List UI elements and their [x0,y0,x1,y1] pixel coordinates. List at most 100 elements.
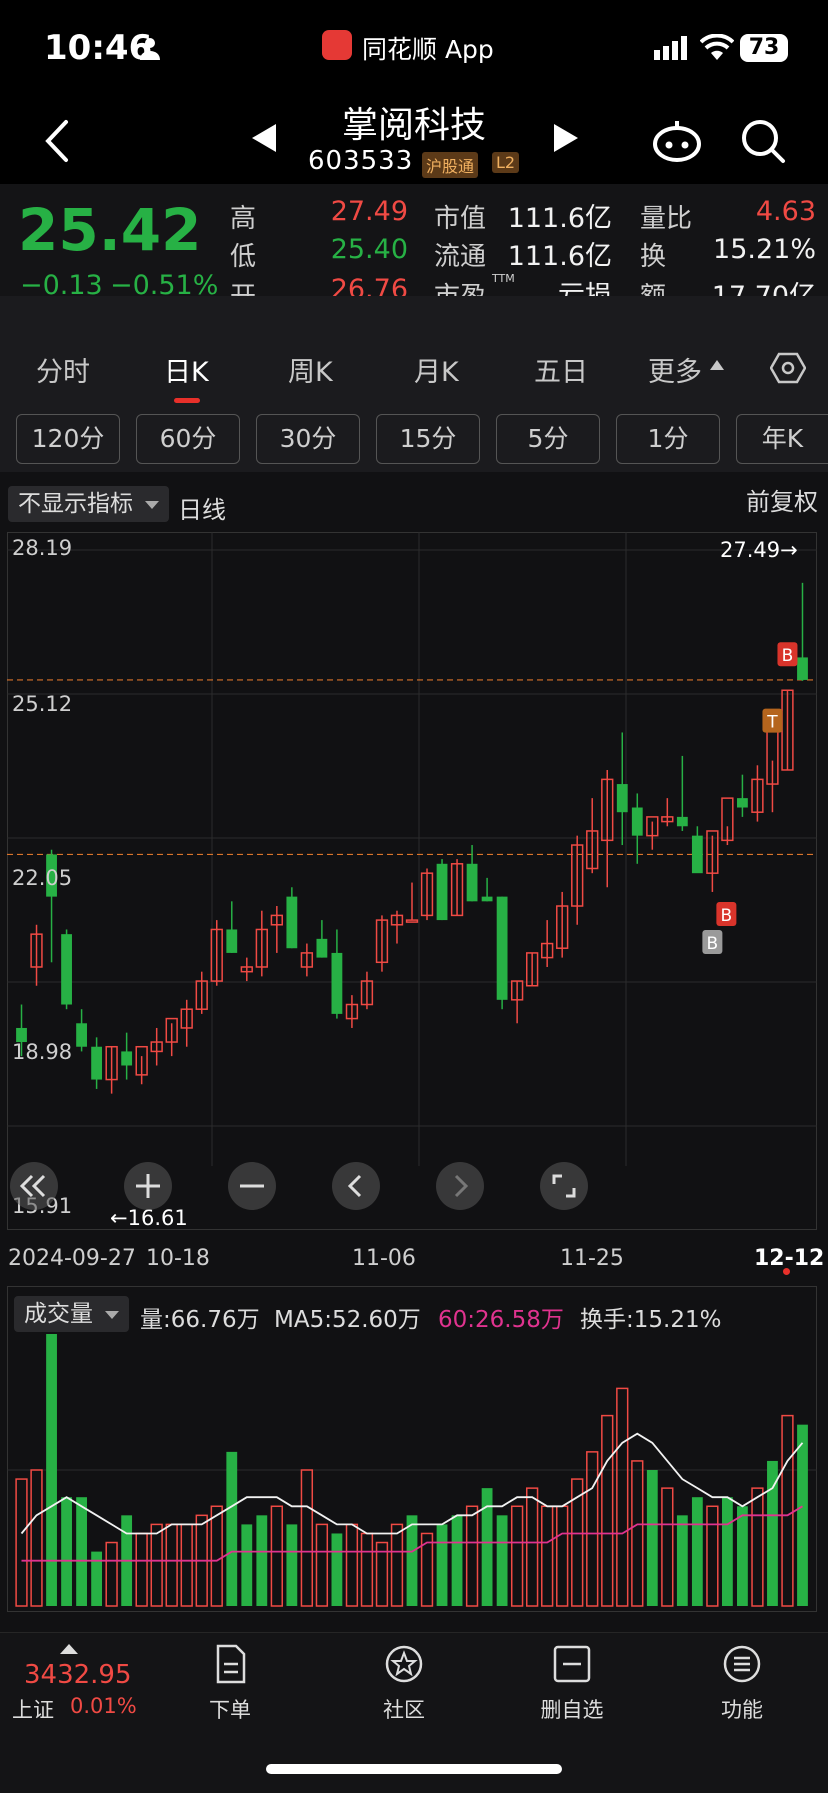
svg-text:B: B [707,934,719,954]
volume-bar [46,1334,57,1606]
candle-body [226,929,238,953]
tab-daily-k[interactable]: 日K [164,350,209,389]
stock-connect-tag: 沪股通 [422,152,479,178]
zoom-out-icon[interactable] [228,1162,276,1210]
index-up-arrow-icon [60,1644,78,1654]
high-label: 高 [230,204,257,234]
current-price: 25.42 [18,196,202,264]
volume-indicator-select[interactable]: 成交量 [14,1296,129,1332]
tab-five-day[interactable]: 五日 [534,350,588,389]
rewind-icon[interactable] [10,1162,58,1210]
trade-mark-b[interactable]: B [716,901,737,926]
search-icon[interactable] [740,118,786,164]
y-label-2: 25.12 [12,692,73,716]
period-15min[interactable]: 15分 [376,414,480,464]
zoom-in-icon[interactable] [124,1162,172,1210]
volume-bar [241,1524,253,1606]
kline-chart[interactable]: BBTB [7,532,817,1230]
menu-icon[interactable] [722,1644,762,1684]
chevron-down-icon [105,1311,119,1319]
trade-mark-b[interactable]: B [777,642,798,667]
next-stock-icon[interactable] [552,124,578,152]
volume-bar [510,1505,524,1607]
scroll-left-icon[interactable] [332,1162,380,1210]
volume-bar [781,1414,794,1607]
volume-bar [721,1497,733,1606]
volume-bar [315,1523,329,1607]
order-icon[interactable] [210,1644,250,1684]
candle-body [481,896,493,902]
candle-body [496,896,508,1000]
volume-chart[interactable] [7,1286,817,1612]
stock-code: 603533 [308,146,414,176]
pe-ttm-sup: TTM [492,272,515,285]
indicator-select[interactable]: 不显示指标 [8,486,169,522]
volume-bar [180,1523,193,1607]
settings-hexagon-icon[interactable] [770,350,806,386]
volume-turnover: 换手:15.21% [580,1307,722,1333]
candle-body [436,863,448,921]
candle-body [331,952,343,1014]
period-120min[interactable]: 120分 [16,414,120,464]
mktcap-label: 市值 [434,204,487,234]
volume-bar [706,1505,719,1607]
mktcap-value: 111.6亿 [507,203,612,234]
adjust-mode-button[interactable]: 前复权 [746,482,818,517]
nav-community[interactable]: 社区 [354,1694,454,1724]
period-yearly-k[interactable]: 年K [736,414,828,464]
tab-monthly-k[interactable]: 月K [414,350,459,389]
volume-bar [76,1497,87,1606]
volume-bar [556,1505,569,1607]
candle-body [286,896,298,949]
date-label-3: 11-06 [352,1246,416,1271]
candle-body [316,938,328,958]
volume-bar [270,1505,283,1607]
person-icon [140,38,160,60]
volratio-label: 量比 [640,204,693,234]
candle-body [616,784,628,813]
trade-mark-t[interactable]: T [762,708,783,733]
volume-bar [286,1524,298,1606]
period-1min[interactable]: 1分 [616,414,720,464]
volume-bar [541,1505,554,1607]
community-icon[interactable] [384,1644,424,1684]
float-label: 流通 [434,242,487,272]
back-arrow-icon[interactable] [40,118,74,164]
period-5min[interactable]: 5分 [496,414,600,464]
nav-functions[interactable]: 功能 [692,1694,792,1724]
candle-body [466,863,478,902]
volratio-value: 4.63 [755,196,816,227]
date-label-1: 2024-09-27 [8,1246,136,1271]
volume-ma60: 60:26.58万 [438,1307,564,1333]
volume-bar [616,1387,629,1607]
candle-body [631,807,643,836]
date-label-2: 10-18 [146,1246,210,1271]
volume-bar [150,1523,163,1607]
volume-ma5: MA5:52.60万 [274,1307,421,1333]
y-label-4: 18.98 [12,1040,73,1064]
indicator-select-label: 不显示指标 [18,491,133,517]
volume-bar [135,1532,148,1607]
robot-assistant-icon[interactable] [652,118,702,162]
index-value[interactable]: 3432.95 [24,1660,132,1690]
volume-bar [601,1414,614,1607]
tab-intraday[interactable]: 分时 [36,350,90,389]
tab-more[interactable]: 更多 [648,350,702,389]
volume-select-label: 成交量 [24,1301,93,1327]
scroll-right-icon[interactable] [436,1162,484,1210]
period-30min[interactable]: 30分 [256,414,360,464]
volume-bar [360,1532,374,1607]
fullscreen-icon[interactable] [540,1162,588,1210]
candle-body [676,816,688,827]
cellular-signal-icon [654,36,687,60]
tab-weekly-k[interactable]: 周K [288,350,333,389]
candle-body [797,657,808,680]
current-date-dot [783,1268,790,1275]
trade-mark-b[interactable]: B [702,929,723,954]
volume-bar [331,1533,343,1606]
prev-stock-icon[interactable] [252,124,278,152]
nav-remove-watchlist[interactable]: 删自选 [522,1694,622,1724]
remove-watchlist-icon[interactable] [552,1644,592,1684]
period-60min[interactable]: 60分 [136,414,240,464]
nav-order[interactable]: 下单 [180,1694,280,1724]
